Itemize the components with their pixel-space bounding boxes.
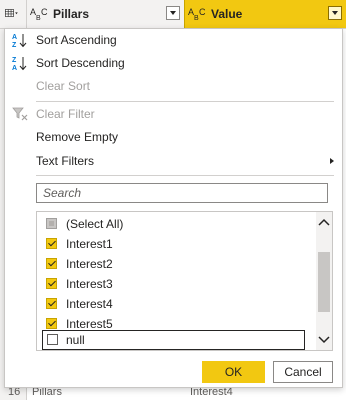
column-header-row: A B C Pillars A B C Value xyxy=(0,0,346,29)
sort-ascending-icon: A Z xyxy=(12,34,27,48)
value-checkbox[interactable] xyxy=(47,334,58,345)
list-item-label: Interest3 xyxy=(66,277,113,291)
sort-descending-item[interactable]: Z A Sort Descending xyxy=(5,52,342,74)
scroll-up-icon[interactable] xyxy=(316,215,332,231)
list-item-label: Interest4 xyxy=(66,297,113,311)
list-item-label: null xyxy=(66,333,85,347)
column-header-value[interactable]: A B C Value xyxy=(184,0,346,28)
table-icon xyxy=(5,9,18,17)
submenu-arrow-icon xyxy=(330,158,334,164)
menu-item-label: Sort Ascending xyxy=(36,33,117,47)
list-scrollbar[interactable] xyxy=(316,212,332,350)
table-options-button[interactable] xyxy=(0,0,26,28)
value-checkbox[interactable] xyxy=(46,298,57,309)
clear-filter-item: Clear Filter xyxy=(5,103,342,125)
value-checkbox[interactable] xyxy=(46,278,57,289)
svg-text:Z: Z xyxy=(12,57,17,64)
filter-value-list: (Select All) Interest1 Interest2 Interes… xyxy=(36,211,333,351)
svg-text:C: C xyxy=(41,7,48,17)
column-filter-menu: A Z Sort Ascending Z A Sort Descending C… xyxy=(4,28,343,388)
menu-item-label: Remove Empty xyxy=(36,130,119,144)
list-item-label: Interest2 xyxy=(66,257,113,271)
svg-text:A: A xyxy=(12,65,17,71)
scrollbar-thumb[interactable] xyxy=(318,252,330,312)
list-item-label: Interest1 xyxy=(66,237,113,251)
menu-item-label: Clear Filter xyxy=(36,107,95,121)
value-checkbox[interactable] xyxy=(46,258,57,269)
column-header-label: Pillars xyxy=(53,7,90,21)
sort-ascending-item[interactable]: A Z Sort Ascending xyxy=(5,29,342,51)
ok-button[interactable]: OK xyxy=(202,361,265,383)
select-all-checkbox[interactable] xyxy=(46,218,57,229)
svg-text:Z: Z xyxy=(12,42,17,48)
menu-separator xyxy=(36,101,334,102)
scroll-down-icon[interactable] xyxy=(316,331,332,347)
list-item[interactable]: Interest4 xyxy=(37,294,317,314)
table-row: 16 Pillars Interest4 xyxy=(0,386,346,400)
menu-item-label: Text Filters xyxy=(36,154,95,168)
list-item-label: (Select All) xyxy=(66,217,124,231)
list-item[interactable]: Interest1 xyxy=(37,234,317,254)
text-type-icon: A B C xyxy=(188,7,206,22)
column-filter-dropdown-button[interactable] xyxy=(166,6,180,20)
value-checkbox[interactable] xyxy=(46,238,57,249)
value-checkbox[interactable] xyxy=(46,318,57,329)
menu-item-label: Sort Descending xyxy=(36,56,125,70)
clear-sort-item: Clear Sort xyxy=(5,75,342,97)
list-item[interactable]: Interest2 xyxy=(37,254,317,274)
menu-separator xyxy=(36,175,334,176)
column-filter-dropdown-button[interactable] xyxy=(328,6,342,20)
column-header-pillars[interactable]: A B C Pillars xyxy=(26,0,185,28)
list-item[interactable]: null xyxy=(42,330,305,350)
svg-text:A: A xyxy=(12,34,17,41)
sort-descending-icon: Z A xyxy=(12,57,27,71)
text-type-icon: A B C xyxy=(30,7,48,22)
list-item-select-all[interactable]: (Select All) xyxy=(37,214,317,234)
menu-item-label: Clear Sort xyxy=(36,79,91,93)
column-header-label: Value xyxy=(211,7,243,21)
cancel-button[interactable]: Cancel xyxy=(273,361,333,383)
text-filters-item[interactable]: Text Filters xyxy=(5,150,342,172)
list-item[interactable]: Interest3 xyxy=(37,274,317,294)
search-input[interactable] xyxy=(36,183,328,203)
clear-filter-icon xyxy=(12,107,28,121)
remove-empty-item[interactable]: Remove Empty xyxy=(5,126,342,148)
svg-text:C: C xyxy=(199,7,206,17)
